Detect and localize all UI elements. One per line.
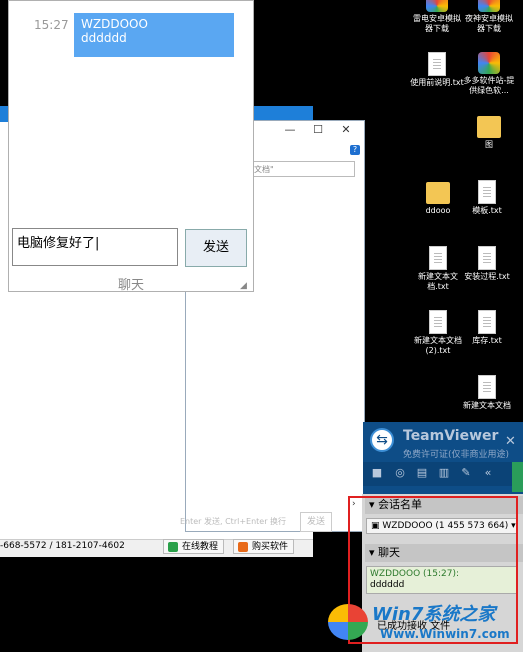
folder-icon — [426, 182, 450, 204]
desktop-icon[interactable]: 库存.txt — [460, 310, 514, 346]
teamviewer-license: 免费许可证(仅非商业用途) — [403, 450, 510, 460]
desktop-icon[interactable]: 雷电安卓模拟器下载 — [410, 0, 464, 34]
desktop-icon-label: 库存.txt — [472, 336, 502, 345]
desktop-icon[interactable]: 新建文本文档 — [460, 375, 514, 411]
message-sender: WZDDOOO — [81, 17, 148, 31]
desktop-icon[interactable]: 新建文本文档 (2).txt — [411, 310, 465, 356]
files-icon[interactable]: ▥ — [437, 466, 451, 480]
text-file-icon — [429, 246, 447, 270]
desktop-icon-label: 新建文本文档 — [463, 401, 511, 410]
send-button[interactable]: 发送 — [185, 229, 247, 267]
desktop-icon[interactable]: 安装过程.txt — [460, 246, 514, 282]
buy-software-button[interactable]: 购买软件 — [233, 539, 295, 554]
headset-icon[interactable]: ◎ — [393, 466, 407, 480]
teamviewer-logo-icon: ⇆ — [370, 428, 394, 452]
video-icon[interactable]: ■ — [370, 466, 384, 480]
search-input[interactable]: 文档" — [250, 161, 355, 177]
text-file-icon — [478, 246, 496, 270]
desktop-icon-label: 雷电安卓模拟器下载 — [413, 14, 461, 33]
online-tutorial-button[interactable]: 在线教程 — [163, 539, 225, 554]
close-icon[interactable]: ✕ — [505, 434, 516, 449]
desktop-icon[interactable]: ddooo — [411, 182, 465, 216]
desktop-icon-label: ddooo — [425, 206, 451, 215]
text-file-icon — [478, 180, 496, 204]
input-hint: Enter 发送, Ctrl+Enter 换行 — [180, 517, 287, 526]
watermark-brand: Win7系统之家 — [372, 604, 496, 625]
desktop-icon[interactable]: 使用前说明.txt — [410, 52, 464, 88]
online-tutorial-label: 在线教程 — [182, 542, 219, 552]
desktop-icon-label: 夜神安卓模拟器下载 — [465, 14, 513, 33]
text-file-icon — [478, 310, 496, 334]
text-file-icon — [429, 310, 447, 334]
minimize-icon[interactable]: — — [282, 123, 298, 137]
desktop-icon[interactable]: 夜神安卓模拟器下载 — [462, 0, 516, 34]
desktop-icon[interactable]: 新建文本文档.txt — [411, 246, 465, 292]
text-file-icon — [428, 52, 446, 76]
desktop-icon-label: 新建文本文档.txt — [418, 272, 458, 291]
ghost-send-button[interactable]: 发送 — [300, 512, 332, 532]
chat-footer-label: 聊天 — [117, 278, 144, 293]
phone-text: -668-5572 / 181-2107-4602 — [0, 541, 125, 551]
collapse-icon[interactable]: « — [481, 466, 495, 480]
cart-icon — [238, 542, 248, 552]
expand-arrow-icon[interactable]: › — [352, 499, 356, 509]
app-icon — [426, 0, 448, 12]
desktop-icon[interactable]: 图 — [462, 116, 516, 150]
pen-icon[interactable]: ✎ — [459, 466, 473, 480]
folder-icon — [477, 116, 501, 138]
chat-input[interactable]: 电脑修复好了| — [12, 228, 178, 266]
desktop-icon-label: 新建文本文档 (2).txt — [414, 336, 462, 355]
resize-grip-icon[interactable]: ◢ — [240, 282, 248, 291]
desktop-icon-label: 使用前说明.txt — [410, 78, 464, 87]
buy-software-label: 购买软件 — [252, 542, 289, 552]
close-icon[interactable]: ✕ — [338, 123, 354, 137]
windows-logo-icon — [328, 604, 368, 640]
desktop-icon-label: 模板.txt — [472, 206, 502, 215]
connection-indicator — [512, 462, 523, 492]
desktop-icon-label: 安装过程.txt — [464, 272, 510, 281]
teamviewer-title: TeamViewer — [403, 428, 499, 444]
help-icon[interactable]: ? — [350, 145, 360, 155]
maximize-icon[interactable]: ☐ — [310, 123, 326, 137]
desktop-icon[interactable]: 多多软件站-提供绿色软... — [462, 52, 516, 96]
chat-icon[interactable]: ▤ — [415, 466, 429, 480]
watermark-url: Www.Winwin7.com — [380, 627, 510, 641]
chat-input-value: 电脑修复好了 — [17, 236, 96, 251]
text-file-icon — [478, 375, 496, 399]
desktop-icon-label: 多多软件站-提供绿色软... — [463, 76, 515, 95]
app-icon — [478, 0, 500, 12]
message-timestamp: 15:27 — [34, 18, 69, 32]
desktop-icon[interactable]: 模板.txt — [460, 180, 514, 216]
message-bubble: WZDDOOO dddddd — [74, 13, 234, 57]
tutorial-icon — [168, 542, 178, 552]
message-text: dddddd — [81, 31, 127, 45]
desktop-icon-label: 图 — [485, 140, 493, 149]
app-icon — [478, 52, 500, 74]
